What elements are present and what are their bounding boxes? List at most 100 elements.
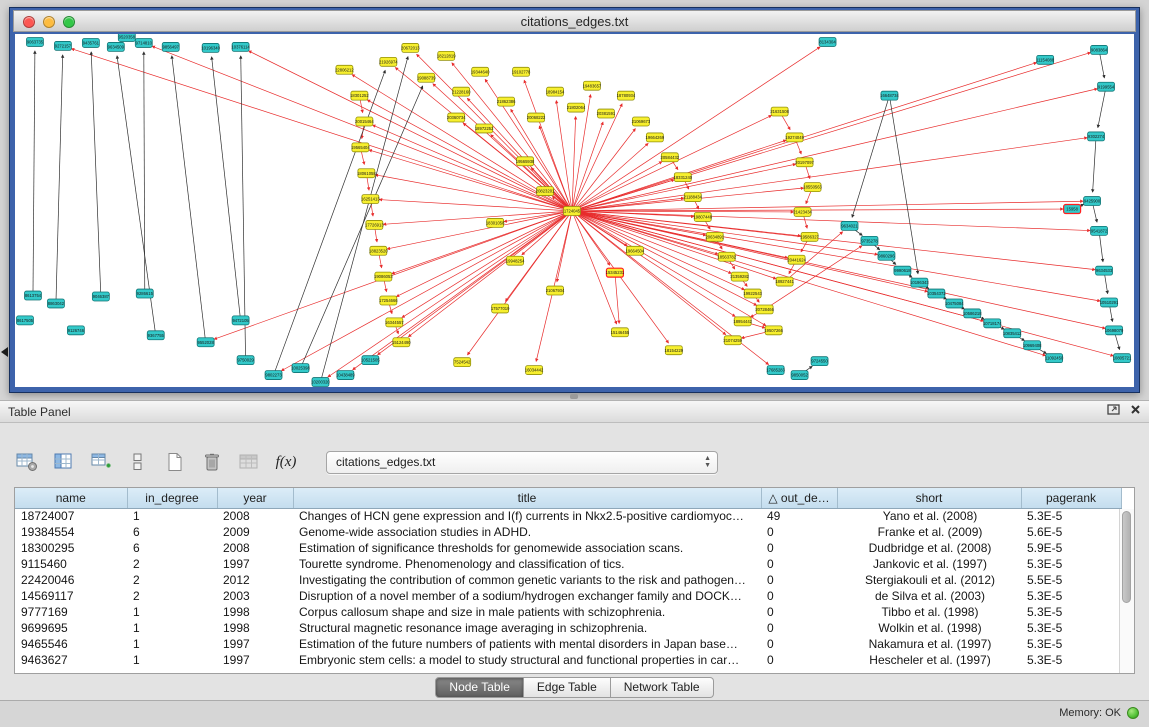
function-builder-button[interactable]: f(x) (273, 449, 299, 475)
cell-name[interactable]: 9699695 (15, 620, 127, 636)
cell-pagerank[interactable]: 5.5E-5 (1021, 572, 1121, 588)
table-row[interactable]: 969969511998Structural magnetic resonanc… (15, 620, 1121, 636)
graph-node[interactable]: 21188434 (684, 193, 703, 202)
graph-node[interactable]: 20015464 (355, 117, 374, 126)
cell-title[interactable]: Investigating the contribution of common… (293, 572, 761, 588)
cell-name[interactable]: 9465546 (15, 636, 127, 652)
graph-node[interactable]: 15958 (1064, 205, 1081, 214)
graph-node[interactable]: 9199554 (1098, 82, 1115, 91)
graph-node[interactable]: 16034442 (525, 366, 544, 375)
cell-out_degree[interactable]: 0 (761, 588, 837, 604)
graph-node[interactable]: 9856497 (162, 42, 179, 51)
graph-node[interactable]: 20584432 (661, 153, 680, 162)
graph-node[interactable]: 17577019 (491, 304, 510, 313)
cell-out_degree[interactable]: 0 (761, 604, 837, 620)
cell-in_degree[interactable]: 6 (127, 540, 217, 556)
new-table-icon[interactable] (162, 449, 188, 475)
graph-node[interactable]: 10376114 (231, 42, 250, 51)
cell-in_degree[interactable]: 2 (127, 556, 217, 572)
table-scrollbar-thumb[interactable] (1122, 511, 1131, 603)
show-columns-icon[interactable] (51, 449, 77, 475)
graph-node[interactable]: 10510291 (1100, 298, 1119, 307)
graph-node[interactable]: 20728466 (755, 305, 774, 314)
cell-short[interactable]: Wolkin et al. (1998) (837, 620, 1021, 636)
graph-node[interactable]: 17685283 (766, 366, 785, 375)
graph-node[interactable]: 11154088 (1036, 55, 1055, 64)
cell-out_degree[interactable]: 0 (761, 524, 837, 540)
cell-short[interactable]: Yano et al. (2008) (837, 508, 1021, 524)
graph-node[interactable]: 9724550 (811, 357, 828, 366)
graph-node[interactable]: 9046387 (92, 292, 109, 301)
graph-node[interactable]: 9634509 (107, 42, 124, 51)
table-row[interactable]: 1830029562008Estimation of significance … (15, 540, 1121, 556)
graph-node[interactable]: 21862386 (497, 97, 516, 106)
cell-title[interactable]: Genome-wide association studies in ADHD. (293, 524, 761, 540)
cell-out_degree[interactable]: 0 (761, 636, 837, 652)
table-row[interactable]: 946362711997Embryonic stem cells: a mode… (15, 652, 1121, 668)
graph-node[interactable]: 18154229 (665, 346, 684, 355)
close-panel-icon[interactable] (1130, 404, 1141, 415)
cell-pagerank[interactable]: 5.3E-5 (1021, 636, 1121, 652)
cell-name[interactable]: 18300295 (15, 540, 127, 556)
graph-node[interactable]: 10835412 (1003, 329, 1022, 338)
cell-name[interactable]: 9115460 (15, 556, 127, 572)
delete-table-icon[interactable] (199, 449, 225, 475)
cell-name[interactable]: 22420046 (15, 572, 127, 588)
graph-node[interactable]: 21069673 (632, 117, 651, 126)
table-row[interactable]: 977716911998Corpus callosum shape and si… (15, 604, 1121, 620)
cell-pagerank[interactable]: 5.3E-5 (1021, 604, 1121, 620)
cell-short[interactable]: Hescheler et al. (1997) (837, 652, 1021, 668)
cell-short[interactable]: de Silva et al. (2003) (837, 588, 1021, 604)
cell-out_degree[interactable]: 0 (761, 540, 837, 556)
graph-node[interactable]: 20672013 (401, 43, 420, 52)
graph-node[interactable]: 19102778 (512, 67, 531, 76)
graph-node[interactable]: 8617505 (16, 316, 33, 325)
cell-out_degree[interactable]: 0 (761, 620, 837, 636)
cell-title[interactable]: Estimation of significance thresholds fo… (293, 540, 761, 556)
cell-short[interactable]: Stergiakouli et al. (2012) (837, 572, 1021, 588)
graph-node[interactable]: 10196343 (910, 278, 929, 287)
cell-year[interactable]: 2003 (217, 588, 293, 604)
graph-node[interactable]: 16648734 (880, 91, 899, 100)
graph-node[interactable]: 21926974 (379, 57, 398, 66)
graph-node[interactable]: 18301058 (486, 218, 505, 227)
graph-node[interactable]: 10521505 (361, 356, 380, 365)
cell-in_degree[interactable]: 1 (127, 652, 217, 668)
table-row[interactable]: 1938455462009Genome-wide association stu… (15, 524, 1121, 540)
table-row[interactable]: 946554611997Estimation of the future num… (15, 636, 1121, 652)
cell-pagerank[interactable]: 5.3E-5 (1021, 652, 1121, 668)
cell-title[interactable]: Estimation of the future numbers of pati… (293, 636, 761, 652)
graph-node[interactable]: 9302274 (1088, 132, 1105, 141)
graph-node[interactable]: 9990618 (894, 266, 911, 275)
cell-in_degree[interactable]: 1 (127, 508, 217, 524)
graph-node[interactable]: 21631508 (770, 107, 789, 116)
cell-title[interactable]: Disruption of a novel member of a sodium… (293, 588, 761, 604)
cell-pagerank[interactable]: 5.3E-5 (1021, 620, 1121, 636)
cell-pagerank[interactable]: 5.3E-5 (1021, 556, 1121, 572)
cell-in_degree[interactable]: 1 (127, 604, 217, 620)
cell-in_degree[interactable]: 1 (127, 620, 217, 636)
network-svg[interactable]: 1724045183012522001546419565404180610581… (15, 34, 1134, 387)
cell-year[interactable]: 2008 (217, 540, 293, 556)
cell-year[interactable]: 1997 (217, 556, 293, 572)
tab-edge-table[interactable]: Edge Table (524, 677, 611, 698)
graph-node[interactable]: 19344640 (471, 67, 490, 76)
graph-node[interactable]: 21802064 (567, 103, 586, 112)
graph-node[interactable]: 20068222 (527, 113, 546, 122)
cell-year[interactable]: 1998 (217, 604, 293, 620)
cell-name[interactable]: 9777169 (15, 604, 127, 620)
graph-node[interactable]: 11092450 (1045, 354, 1064, 363)
cell-short[interactable]: Tibbo et al. (1998) (837, 604, 1021, 620)
graph-node[interactable]: 7524542 (454, 358, 471, 367)
graph-node[interactable]: 19948254 (506, 256, 525, 265)
graph-node[interactable]: 8613754 (24, 291, 41, 300)
cell-name[interactable]: 18724007 (15, 508, 127, 524)
graph-node[interactable]: 9425900 (1084, 197, 1101, 206)
graph-node[interactable]: 19922543 (743, 289, 762, 298)
graph-node[interactable]: 19565938 (516, 157, 535, 166)
cell-short[interactable]: Franke et al. (2009) (837, 524, 1021, 540)
table-row[interactable]: 911546021997Tourette syndrome. Phenomeno… (15, 556, 1121, 572)
graph-node[interactable]: 10475084 (945, 299, 964, 308)
tab-network-table[interactable]: Network Table (611, 677, 714, 698)
cell-year[interactable]: 1997 (217, 652, 293, 668)
